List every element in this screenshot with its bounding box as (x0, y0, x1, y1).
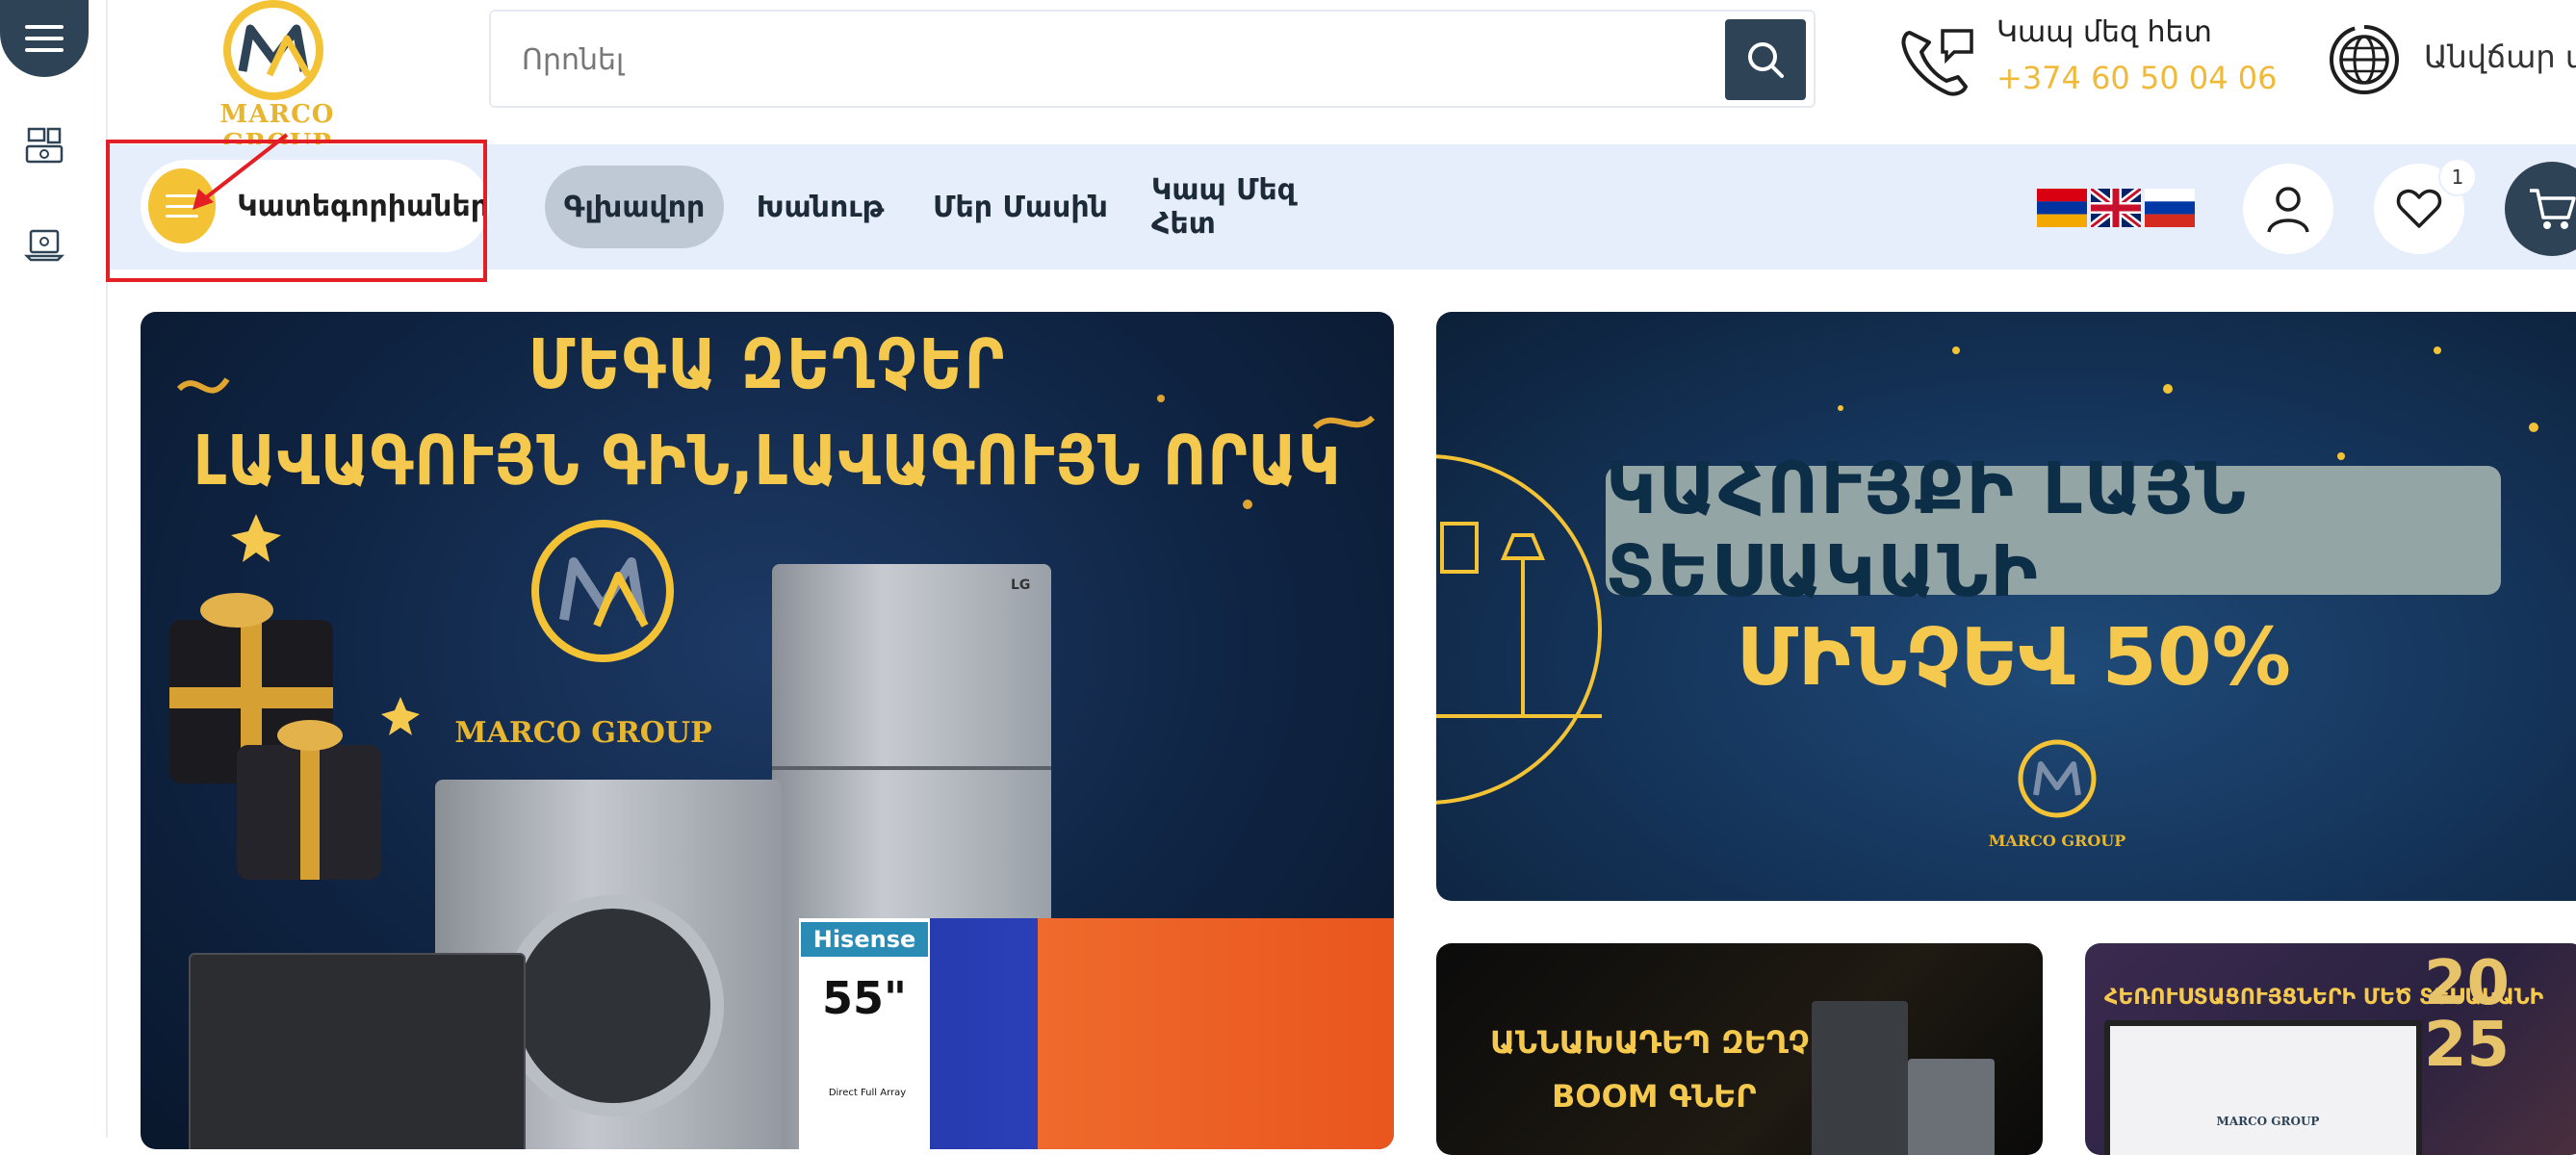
phone-icon (1901, 29, 1973, 96)
cart-icon (2530, 189, 2576, 229)
deals-banner-line1: ԱՆՆԱԽԱԴԵՊ ԶԵՂՉԵՐ (1490, 1024, 1853, 1061)
promo-banner-tv[interactable]: ՀԵՌՈՒՍՏԱՑՈՒՅՑՆԵՐԻ ՄԵԾ ՏԵՍԱԿԱՆԻ MARCO GRO… (2085, 943, 2576, 1155)
tv-screen-image (2104, 1020, 2422, 1155)
furniture-banner-brand: MARCO GROUP (1988, 832, 2126, 850)
heart-icon (2396, 189, 2442, 228)
main-banner-line2: ԼԱՎԱԳՈՒՅՆ ԳԻՆ,ԼԱՎԱԳՈՒՅՆ ՈՐԱԿ (193, 420, 1342, 501)
search-input[interactable] (520, 33, 1627, 87)
russian-flag-icon[interactable] (2145, 189, 2195, 227)
tv-caption: Direct Full Array (828, 1088, 907, 1098)
search-button[interactable] (1725, 19, 1806, 100)
armenian-flag-icon[interactable] (2037, 189, 2087, 227)
uk-flag-icon[interactable] (2091, 189, 2141, 227)
contact-phone[interactable]: +374 60 50 04 06 (1996, 60, 2277, 96)
globe-icon (2330, 25, 2399, 94)
year-label: 2025 (2424, 948, 2511, 1081)
search-box (489, 10, 1816, 108)
tv-banner-brand: MARCO GROUP (2216, 1115, 2320, 1128)
tv-box-image: Hisense 55" Direct Full Array (799, 918, 1394, 1149)
account-button[interactable] (2243, 164, 2333, 254)
free-shipping-label: Անվճար ա (2424, 38, 2576, 75)
brand-logo-mark (2018, 739, 2097, 818)
electronics-icon[interactable] (23, 223, 65, 266)
main-banner-line1: ՄԵԳԱ ԶԵՂՉԵՐ (528, 323, 1007, 405)
promo-banner-deals[interactable]: ԱՆՆԱԽԱԴԵՊ ԶԵՂՉԵՐ BOOM ԳՆԵՐ (1436, 943, 2043, 1155)
oven-image (189, 953, 526, 1149)
nav-home[interactable]: Գլխավոր (545, 166, 724, 248)
tv-brand: Hisense (801, 922, 928, 957)
nav-contact[interactable]: Կապ Մեզ Հետ (1151, 166, 1363, 248)
promo-banner-furniture[interactable]: ԿԱՀՈՒՅՔԻ ԼԱՅՆ ՏԵՍԱԿԱՆԻ ՄԻՆՉԵՎ 50% MARCO … (1436, 312, 2576, 901)
contact-label: Կապ մեզ հետ (1996, 15, 2212, 49)
nav-about[interactable]: Մեր Մասին (924, 166, 1117, 248)
left-rail (0, 0, 108, 1138)
tv-size: 55" (822, 972, 907, 1024)
wishlist-count-badge: 1 (2438, 158, 2477, 196)
annotation-arrow (193, 133, 289, 210)
search-icon (1748, 42, 1784, 78)
promo-banner-main[interactable]: ՄԵԳԱ ԶԵՂՉԵՐ ԼԱՎԱԳՈՒՅՆ ԳԻՆ,ԼԱՎԱԳՈՒՅՆ ՈՐԱԿ… (141, 312, 1394, 1149)
appliance-image-2 (1908, 1059, 1995, 1155)
fridge-brand: LG (1011, 578, 1031, 593)
appliances-icon[interactable] (23, 125, 65, 167)
brand-logo-mark (531, 520, 674, 662)
hamburger-icon (25, 25, 64, 52)
nav-shop[interactable]: Խանութ (753, 166, 888, 248)
rail-menu-button[interactable] (0, 0, 89, 77)
furniture-banner-sale: ՄԻՆՉԵՎ 50% (1737, 612, 2291, 704)
deals-banner-line2: BOOM ԳՆԵՐ (1552, 1078, 1757, 1115)
furniture-banner-title: ԿԱՀՈՒՅՔԻ ԼԱՅՆ ՏԵՍԱԿԱՆԻ (1606, 448, 2501, 613)
gift-boxes-image (169, 593, 381, 880)
user-icon (2267, 187, 2309, 233)
appliance-image (1812, 1001, 1908, 1155)
main-banner-brand: MARCO GROUP (454, 716, 712, 750)
